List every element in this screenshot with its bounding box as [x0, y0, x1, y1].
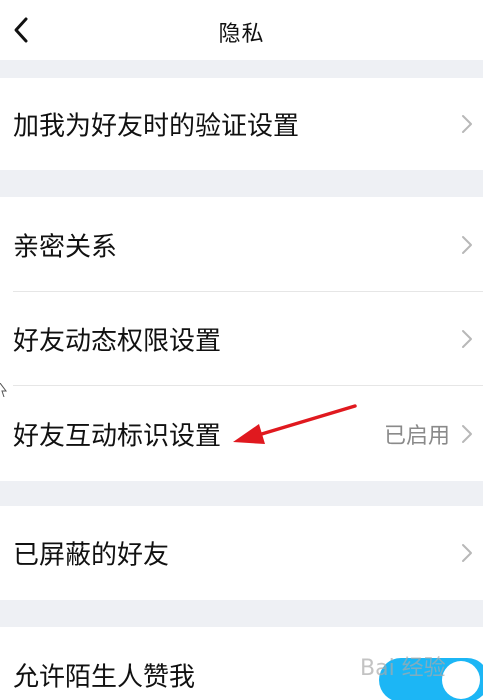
header: 隐私: [0, 0, 483, 60]
chevron-right-icon: [462, 424, 472, 443]
allow-stranger-likes-toggle[interactable]: [373, 654, 483, 700]
chevron-right-icon: [462, 235, 472, 254]
settings-row-moments-permission[interactable]: 好友动态权限设置: [0, 292, 483, 386]
row-label: 好友动态权限设置: [13, 326, 222, 357]
chevron-right-icon: [462, 330, 472, 348]
row-label: 已屏蔽的好友: [13, 540, 170, 571]
chevron-right-icon: [462, 115, 472, 133]
group-blocked: 已屏蔽的好友: [0, 506, 483, 600]
settings-row-interaction-badge[interactable]: 好友互动标识设置 已启用: [0, 386, 483, 481]
settings-row-intimate-relationship[interactable]: 亲密关系: [0, 197, 483, 292]
row-label: 好友互动标识设置: [13, 421, 222, 451]
group-verification: 加我为好友时的验证设置: [0, 78, 483, 170]
chevron-right-icon: [462, 544, 472, 562]
page-title: 隐私: [218, 22, 265, 47]
row-label: 允许陌生人赞我: [13, 662, 196, 693]
row-label: 亲密关系: [13, 232, 118, 262]
group-friend-settings: 亲密关系 好友动态权限设置 好友互动标识设置 已启用: [0, 197, 483, 481]
row-label: 加我为好友时的验证设置: [13, 111, 300, 142]
cursor-icon: [0, 383, 7, 397]
status-value: 已启用: [383, 423, 450, 449]
settings-row-friend-verification[interactable]: 加我为好友时的验证设置: [0, 78, 483, 170]
settings-row-blocked-friends[interactable]: 已屏蔽的好友: [0, 506, 483, 600]
